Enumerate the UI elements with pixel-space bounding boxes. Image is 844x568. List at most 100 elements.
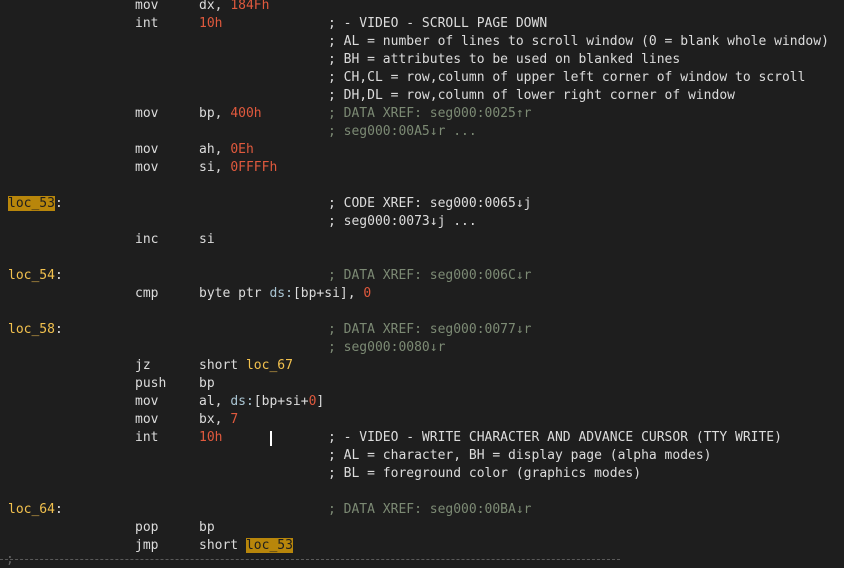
- code-label[interactable]: loc_53:: [8, 195, 63, 213]
- mnemonic[interactable]: jmp: [135, 537, 158, 555]
- mnemonic[interactable]: mov: [135, 411, 158, 429]
- label-colon: :: [54, 502, 63, 517]
- operand-token: si,: [199, 160, 231, 175]
- operand-token: 0FFFFh: [230, 160, 278, 175]
- listing-line[interactable]: int 10h ; - VIDEO - SCROLL PAGE DOWN: [0, 15, 844, 33]
- mnemonic[interactable]: mov: [135, 105, 158, 123]
- listing-line[interactable]: ; BH = attributes to be used on blanked …: [0, 51, 844, 69]
- operand-token: si: [199, 232, 215, 247]
- mnemonic[interactable]: mov: [135, 159, 158, 177]
- mnemonic[interactable]: mov: [135, 393, 158, 411]
- xref-comment[interactable]: ; seg000:00A5↓r ...: [328, 123, 477, 141]
- operands[interactable]: bp: [199, 375, 215, 393]
- listing-line[interactable]: mov bx, 7: [0, 411, 844, 429]
- label-colon: :: [54, 196, 63, 211]
- listing-line[interactable]: jz short loc_67: [0, 357, 844, 375]
- mnemonic[interactable]: pop: [135, 519, 158, 537]
- operand-token: bp,: [199, 106, 231, 121]
- listing-line[interactable]: ; seg000:0073↓j ...: [0, 213, 844, 231]
- mnemonic[interactable]: inc: [135, 231, 158, 249]
- operands[interactable]: dx, 184Fh: [199, 0, 269, 15]
- comment[interactable]: ; - VIDEO - SCROLL PAGE DOWN: [328, 15, 547, 33]
- code-label[interactable]: loc_58:: [8, 321, 63, 339]
- listing-line[interactable]: ; seg000:00A5↓r ...: [0, 123, 844, 141]
- operands[interactable]: bx, 7: [199, 411, 238, 429]
- comment[interactable]: ; DH,DL = row,column of lower right corn…: [328, 87, 735, 105]
- listing-line[interactable]: int 10h ; - VIDEO - WRITE CHARACTER AND AD…: [0, 429, 844, 447]
- operand-token: ds:: [269, 286, 293, 301]
- function-separator-line: [0, 559, 620, 561]
- operands[interactable]: bp, 400h: [199, 105, 262, 123]
- code-label[interactable]: loc_54:: [8, 267, 63, 285]
- branch-target-link[interactable]: loc_53: [245, 538, 293, 553]
- listing-line[interactable]: mov al, ds:[bp+si+0]: [0, 393, 844, 411]
- listing-line[interactable]: [0, 483, 844, 501]
- xref-comment[interactable]: ; seg000:0080↓r: [328, 339, 445, 357]
- label-colon: :: [54, 268, 63, 283]
- label-colon: :: [54, 322, 63, 337]
- mnemonic[interactable]: cmp: [135, 285, 158, 303]
- operands[interactable]: 10h: [199, 15, 222, 33]
- listing-line[interactable]: ; CH,CL = row,column of upper left corne…: [0, 69, 844, 87]
- comment[interactable]: ; AL = number of lines to scroll window …: [328, 33, 829, 51]
- listing-line[interactable]: loc_53: ; CODE XREF: seg000:0065↓j: [0, 195, 844, 213]
- listing-line[interactable]: loc_64: ; DATA XREF: seg000:00BA↓r: [0, 501, 844, 519]
- operand-token: dx,: [199, 0, 231, 13]
- branch-target-link[interactable]: loc_67: [246, 358, 293, 373]
- listing-line[interactable]: loc_58: ; DATA XREF: seg000:0077↓r: [0, 321, 844, 339]
- listing-line[interactable]: ; AL = character, BH = display page (alp…: [0, 447, 844, 465]
- operands[interactable]: 10h: [199, 429, 222, 447]
- operands[interactable]: byte ptr ds:[bp+si], 0: [199, 285, 371, 303]
- operands[interactable]: si: [199, 231, 215, 249]
- code-label-name[interactable]: loc_64: [8, 502, 55, 517]
- listing-line[interactable]: cmp byte ptr ds:[bp+si], 0: [0, 285, 844, 303]
- operands[interactable]: short loc_67: [199, 357, 293, 375]
- operands[interactable]: al, ds:[bp+si+0]: [199, 393, 324, 411]
- xref-comment[interactable]: ; DATA XREF: seg000:0025↑r: [328, 105, 532, 123]
- listing-line[interactable]: inc si: [0, 231, 844, 249]
- listing-line[interactable]: mov dx, 184Fh: [0, 0, 844, 15]
- comment[interactable]: ; CODE XREF: seg000:0065↓j: [328, 195, 532, 213]
- mnemonic[interactable]: mov: [135, 141, 158, 159]
- operand-token: bp: [199, 376, 215, 391]
- xref-comment[interactable]: ; DATA XREF: seg000:00BA↓r: [328, 501, 532, 519]
- listing-line[interactable]: mov bp, 400h ; DATA XREF: seg000:0025↑r: [0, 105, 844, 123]
- comment[interactable]: ; CH,CL = row,column of upper left corne…: [328, 69, 805, 87]
- code-label-name[interactable]: loc_53: [8, 196, 55, 211]
- listing-line[interactable]: loc_54: ; DATA XREF: seg000:006C↓r: [0, 267, 844, 285]
- mnemonic[interactable]: int: [135, 15, 158, 33]
- comment[interactable]: ; BL = foreground color (graphics modes): [328, 465, 641, 483]
- listing-line[interactable]: ; BL = foreground color (graphics modes): [0, 465, 844, 483]
- code-label-name[interactable]: loc_54: [8, 268, 55, 283]
- listing-line[interactable]: pop bp: [0, 519, 844, 537]
- xref-comment[interactable]: ; DATA XREF: seg000:006C↓r: [328, 267, 532, 285]
- operands[interactable]: ah, 0Eh: [199, 141, 254, 159]
- operands[interactable]: si, 0FFFFh: [199, 159, 277, 177]
- operand-token: short: [199, 358, 246, 373]
- comment[interactable]: ; - VIDEO - WRITE CHARACTER AND ADVANCE …: [328, 429, 782, 447]
- comment[interactable]: ; BH = attributes to be used on blanked …: [328, 51, 680, 69]
- code-label-name[interactable]: loc_58: [8, 322, 55, 337]
- listing-line[interactable]: ; seg000:0080↓r: [0, 339, 844, 357]
- listing-line[interactable]: push bp: [0, 375, 844, 393]
- listing-line[interactable]: [0, 177, 844, 195]
- mnemonic[interactable]: int: [135, 429, 158, 447]
- listing-line[interactable]: mov ah, 0Eh: [0, 141, 844, 159]
- mnemonic[interactable]: push: [135, 375, 166, 393]
- mnemonic[interactable]: jz: [135, 357, 151, 375]
- listing-line[interactable]: ; AL = number of lines to scroll window …: [0, 33, 844, 51]
- listing-line[interactable]: mov si, 0FFFFh: [0, 159, 844, 177]
- listing-line[interactable]: [0, 249, 844, 267]
- listing-line[interactable]: [0, 303, 844, 321]
- xref-comment[interactable]: ; DATA XREF: seg000:0077↓r: [328, 321, 532, 339]
- mnemonic[interactable]: mov: [135, 0, 158, 15]
- operand-token: al,: [199, 394, 231, 409]
- comment[interactable]: ; AL = character, BH = display page (alp…: [328, 447, 712, 465]
- listing-line[interactable]: ; DH,DL = row,column of lower right corn…: [0, 87, 844, 105]
- disassembly-listing[interactable]: mov dx, 184Fh int 10h ; - VIDEO - SCROLL PAG…: [0, 0, 844, 568]
- operands[interactable]: short loc_53: [199, 537, 293, 555]
- listing-line[interactable]: jmp short loc_53: [0, 537, 844, 555]
- comment[interactable]: ; seg000:0073↓j ...: [328, 213, 477, 231]
- code-label[interactable]: loc_64:: [8, 501, 63, 519]
- operands[interactable]: bp: [199, 519, 215, 537]
